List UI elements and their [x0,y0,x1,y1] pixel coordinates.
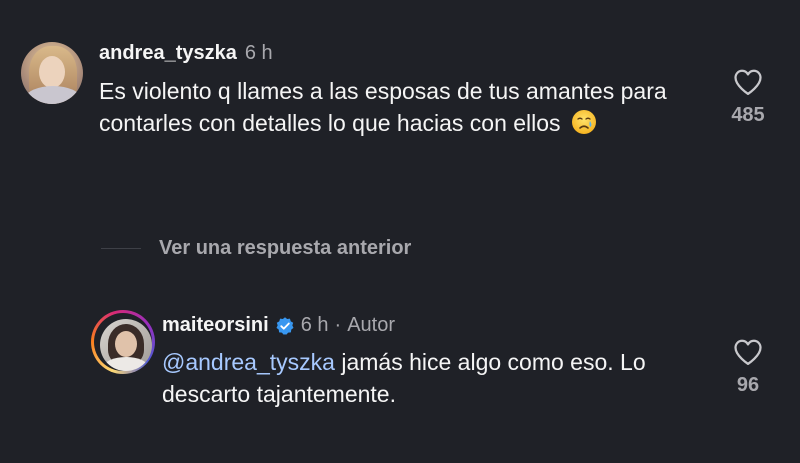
view-replies-label: Ver una respuesta anterior [159,237,412,259]
comment-time: 6 h [244,42,273,64]
verified-badge-icon [276,316,294,335]
reply-text: @andrea_tyszka jamás hice algo como eso.… [162,346,722,410]
avatar [100,319,152,371]
mention-link[interactable]: @andrea_tyszka [162,349,335,375]
like-control: 96 [722,338,774,397]
like-count: 485 [731,104,765,126]
story-ring[interactable] [91,310,155,374]
comments-screen: andrea_tyszka 6 h Es violento q llames a… [0,0,800,463]
author-label: Autor [347,314,395,336]
reply-meta: maiteorsini 6 h · Autor [162,314,395,337]
comment-meta: andrea_tyszka 6 h [99,42,273,65]
avatar-shirt [104,357,148,371]
reply-username[interactable]: maiteorsini [162,314,269,337]
meta-separator: · [334,314,342,336]
comment-text: Es violento q llames a las esposas de tu… [99,75,719,139]
avatar-face [115,331,137,357]
like-control: 485 [722,68,774,127]
heart-icon[interactable] [733,338,763,366]
avatar[interactable] [21,42,83,104]
crying-face-icon [571,110,596,134]
comment-username[interactable]: andrea_tyszka [99,42,237,65]
avatar-face [39,56,65,88]
heart-icon[interactable] [733,68,763,96]
view-replies-button[interactable]: Ver una respuesta anterior [101,237,411,260]
replies-divider [101,248,141,249]
story-ring-gap [94,313,152,371]
reply-time: 6 h [300,314,329,336]
like-count: 96 [736,374,760,396]
